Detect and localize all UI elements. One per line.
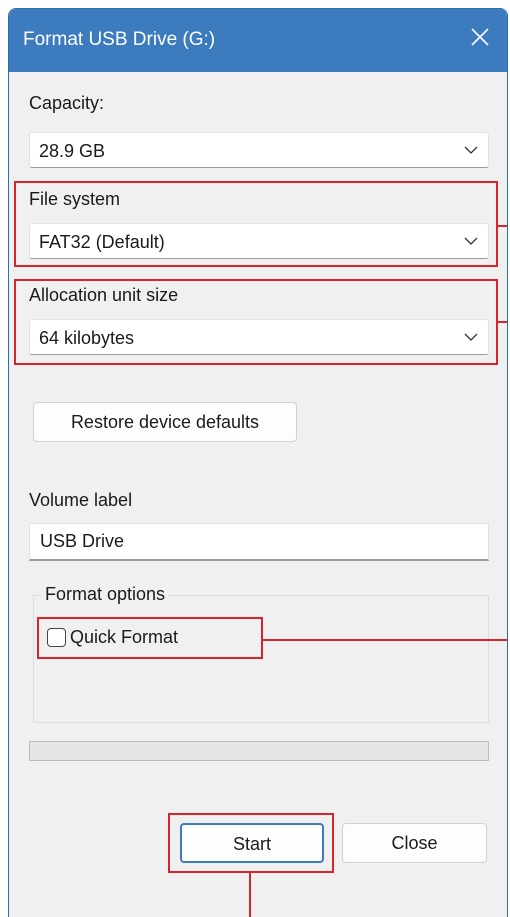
volume-label-label: Volume label bbox=[29, 490, 133, 510]
allocation-dropdown[interactable]: 64 kilobytes bbox=[29, 319, 489, 355]
format-dialog: Format USB Drive (G:) Capacity: 28.9 GB … bbox=[8, 8, 508, 917]
allocation-label: Allocation unit size bbox=[29, 285, 179, 305]
format-options-group bbox=[33, 595, 489, 723]
close-icon[interactable] bbox=[469, 26, 491, 48]
file-system-value: FAT32 (Default) bbox=[39, 232, 165, 252]
restore-defaults-label: Restore device defaults bbox=[70, 412, 260, 432]
chevron-down-icon bbox=[464, 333, 478, 341]
file-system-dropdown[interactable]: FAT32 (Default) bbox=[29, 223, 489, 259]
restore-defaults-button[interactable]: Restore device defaults bbox=[33, 402, 297, 442]
capacity-value: 28.9 GB bbox=[39, 141, 106, 161]
quick-format-label[interactable]: Quick Format bbox=[70, 627, 178, 648]
file-system-callout-line bbox=[498, 225, 507, 227]
format-progress-bar bbox=[29, 741, 489, 761]
capacity-dropdown[interactable]: 28.9 GB bbox=[29, 132, 489, 168]
capacity-label: Capacity: bbox=[29, 93, 105, 113]
start-callout-line bbox=[249, 873, 251, 917]
quick-format-checkbox[interactable] bbox=[47, 628, 66, 647]
allocation-value: 64 kilobytes bbox=[39, 328, 135, 348]
start-button[interactable]: Start bbox=[180, 823, 324, 863]
format-options-legend: Format options bbox=[42, 584, 169, 605]
start-button-label: Start bbox=[232, 834, 271, 854]
chevron-down-icon bbox=[464, 146, 478, 154]
volume-label-field[interactable] bbox=[29, 523, 489, 561]
close-button[interactable]: Close bbox=[342, 823, 487, 863]
allocation-callout-line bbox=[498, 321, 507, 323]
file-system-label: File system bbox=[29, 189, 121, 209]
title-bar: Format USB Drive (G:) bbox=[9, 9, 507, 72]
close-button-label: Close bbox=[391, 833, 438, 853]
window-title: Format USB Drive (G:) bbox=[23, 29, 216, 50]
chevron-down-icon bbox=[464, 237, 478, 245]
quick-format-callout-line bbox=[263, 639, 507, 641]
volume-label-input[interactable] bbox=[38, 530, 462, 553]
